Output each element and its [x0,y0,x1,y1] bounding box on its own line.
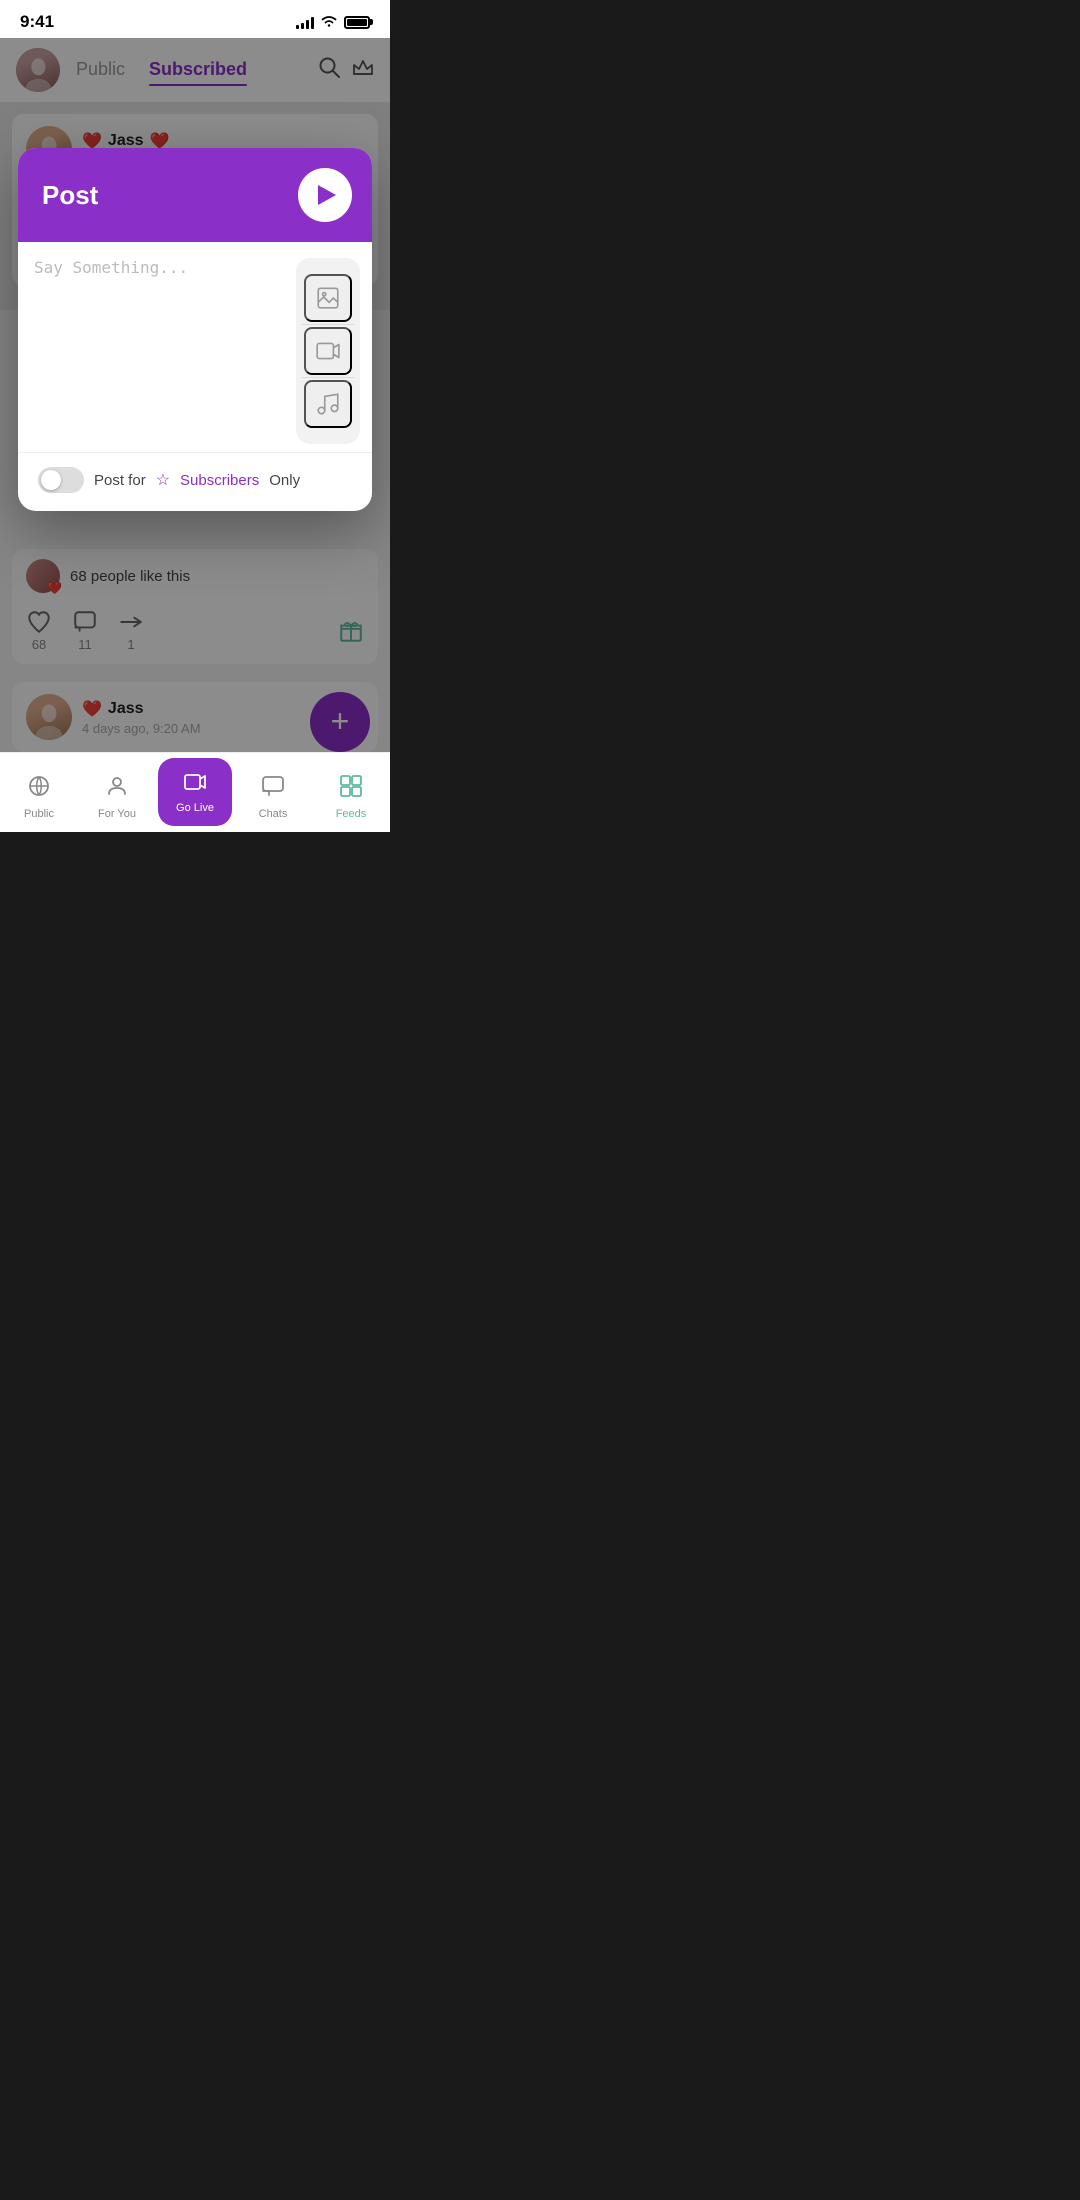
video-tool-button[interactable] [304,327,352,375]
music-tool-button[interactable] [304,380,352,428]
nav-chats[interactable]: Chats [234,766,312,820]
image-tool-button[interactable] [304,274,352,322]
post-modal: Post [18,148,372,511]
toggle-text: Post for [94,472,146,489]
nav-go-live-label: Go Live [176,802,214,814]
subscriber-toggle[interactable] [38,467,84,493]
battery-icon [344,16,370,29]
status-icons [296,14,370,31]
chats-icon [261,774,285,804]
toggle-knob [41,470,61,490]
video-icon [315,338,341,364]
sidebar-divider-2 [302,377,353,378]
image-icon [315,285,341,311]
only-label: Only [269,472,300,489]
for-you-icon [105,774,129,804]
go-live-btn[interactable]: Go Live [158,758,232,826]
send-arrow-icon [318,185,336,205]
send-button[interactable] [298,168,352,222]
nav-feeds-label: Feeds [336,808,367,820]
star-icon: ☆ [156,470,170,490]
nav-go-live[interactable]: Go Live [156,750,234,833]
nav-for-you-label: For You [98,808,136,820]
modal-title: Post [42,180,98,211]
public-icon [27,774,51,804]
status-bar: 9:41 [0,0,390,38]
status-time: 9:41 [20,12,54,32]
nav-feeds[interactable]: Feeds [312,766,390,820]
modal-footer: Post for ☆ Subscribers Only [18,452,372,511]
modal-header: Post [18,148,372,242]
textarea-wrap [18,258,296,444]
music-icon [315,391,341,417]
wifi-icon [320,14,338,31]
main-content: Public Subscribed [0,38,390,832]
sidebar-divider-1 [302,324,353,325]
signal-icon [296,15,314,29]
subscribers-label: Subscribers [180,472,259,489]
nav-for-you[interactable]: For You [78,766,156,820]
nav-chats-label: Chats [259,808,288,820]
bottom-nav: Public For You Go Live [0,752,390,832]
nav-public-label: Public [24,808,54,820]
go-live-icon [183,770,207,800]
post-text-input[interactable] [34,258,280,418]
modal-sidebar [296,258,360,444]
modal-body [18,242,372,444]
nav-public[interactable]: Public [0,766,78,820]
feeds-icon [339,774,363,804]
